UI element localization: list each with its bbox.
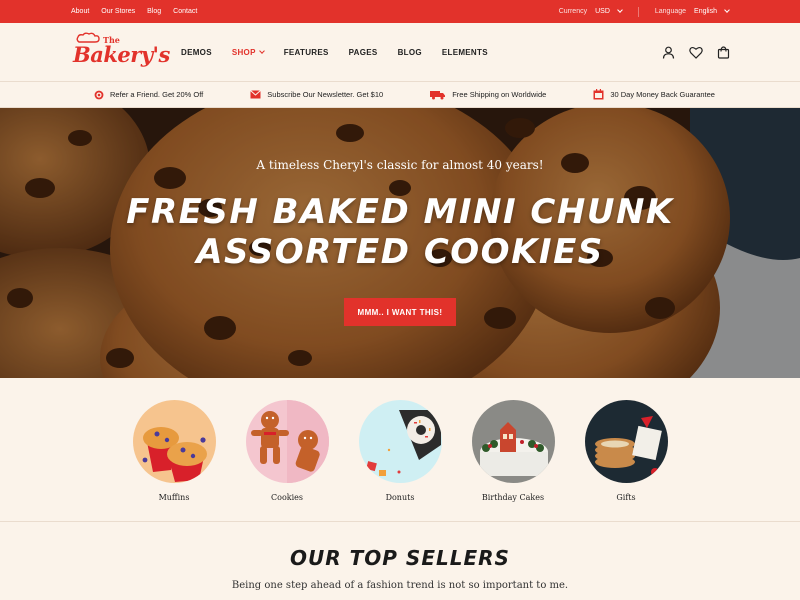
promo-refer[interactable]: Refer a Friend. Get 20% Off (94, 90, 203, 100)
chevron-down-icon (258, 47, 265, 54)
nav-blog[interactable]: BLOG (398, 48, 422, 57)
promo-text: Free Shipping on Worldwide (452, 90, 547, 99)
target-icon (94, 90, 104, 99)
category-image (471, 400, 555, 483)
account-icon[interactable] (662, 46, 675, 59)
main-header: The Bakery's DEMOS SHOP FEATURES PAGES B… (0, 23, 800, 82)
hero-banner: A timeless Cheryl's classic for almost 4… (0, 108, 800, 378)
promo-text: Subscribe Our Newsletter. Get $10 (267, 90, 384, 99)
category-image (132, 400, 216, 483)
promo-text: Refer a Friend. Get 20% Off (110, 90, 204, 99)
promo-shipping[interactable]: Free Shipping on Worldwide (430, 90, 546, 100)
category-label: Cookies (271, 493, 303, 502)
header-icons (662, 45, 730, 59)
category-label: Muffins (158, 493, 190, 502)
nav-shop[interactable]: SHOP (231, 47, 265, 57)
nav-features[interactable]: FEATURES (284, 48, 329, 57)
cookies-image (245, 400, 329, 483)
category-gifts[interactable]: Gifts (584, 400, 668, 521)
calendar-icon (593, 89, 604, 100)
hero-tagline: A timeless Cheryl's classic for almost 4… (256, 158, 544, 172)
birthday-cakes-image (471, 400, 555, 483)
top-links: About Our Stores Blog Contact (71, 8, 197, 15)
top-link-contact[interactable]: Contact (173, 8, 197, 15)
logo-name: Bakery's (73, 42, 170, 67)
category-label: Birthday Cakes (481, 493, 545, 502)
category-image (245, 400, 329, 483)
hero-title: Fresh Baked Mini Chunk Assorted Cookies (0, 192, 800, 272)
currency-select[interactable]: USD (595, 7, 623, 15)
category-label: Gifts (616, 493, 636, 502)
language-select[interactable]: English (694, 7, 730, 15)
top-link-about[interactable]: About (71, 8, 89, 15)
top-bar: About Our Stores Blog Contact Currency U… (0, 0, 800, 23)
category-cookies[interactable]: Cookies (245, 400, 329, 521)
chevron-down-icon (724, 7, 730, 13)
chevron-down-icon (617, 7, 623, 13)
language-value: English (694, 8, 717, 15)
section-subtitle: Being one step ahead of a fashion trend … (231, 580, 569, 591)
promo-guarantee[interactable]: 30 Day Money Back Guarantee (593, 89, 715, 100)
top-selectors: Currency USD Language English (558, 6, 730, 17)
top-link-blog[interactable]: Blog (147, 8, 161, 15)
category-list: Muffins Cookies Donuts Birthday Cakes Gi… (0, 378, 800, 522)
nav-demos[interactable]: DEMOS (181, 48, 212, 57)
main-nav: DEMOS SHOP FEATURES PAGES BLOG ELEMENTS (181, 48, 488, 57)
hero-title-line2: Assorted Cookies (196, 232, 604, 272)
wishlist-heart-icon[interactable] (689, 46, 703, 59)
category-label: Donuts (385, 493, 415, 502)
logo[interactable]: The Bakery's (71, 32, 170, 72)
top-link-our-stores[interactable]: Our Stores (101, 8, 135, 15)
hero-cta-button[interactable]: MMM.. I WANT THIS! (344, 298, 456, 326)
category-image (358, 400, 442, 483)
currency-value: USD (595, 8, 610, 15)
language-label: Language (654, 8, 687, 15)
category-birthday-cakes[interactable]: Birthday Cakes (471, 400, 555, 521)
promo-strip: Refer a Friend. Get 20% Off Subscribe Ou… (0, 82, 800, 108)
category-image (584, 400, 668, 483)
category-donuts[interactable]: Donuts (358, 400, 442, 521)
category-muffins[interactable]: Muffins (132, 400, 216, 521)
promo-text: 30 Day Money Back Guarantee (610, 90, 715, 99)
nav-shop-label: SHOP (231, 47, 256, 57)
promo-newsletter[interactable]: Subscribe Our Newsletter. Get $10 (250, 90, 383, 99)
nav-pages[interactable]: PAGES (349, 48, 378, 57)
top-sellers-section: OUR TOP SELLERS Being one step ahead of … (0, 522, 800, 591)
truck-icon (430, 90, 446, 99)
cart-icon[interactable] (717, 45, 730, 59)
donuts-image (358, 400, 442, 483)
mail-icon (250, 90, 262, 99)
nav-elements[interactable]: ELEMENTS (442, 48, 488, 57)
divider (637, 6, 639, 17)
currency-label: Currency (558, 8, 588, 15)
muffins-image (132, 400, 216, 483)
gifts-image (584, 400, 668, 483)
section-title: OUR TOP SELLERS (290, 546, 510, 570)
hero-title-line1: Fresh Baked Mini Chunk (126, 192, 674, 232)
